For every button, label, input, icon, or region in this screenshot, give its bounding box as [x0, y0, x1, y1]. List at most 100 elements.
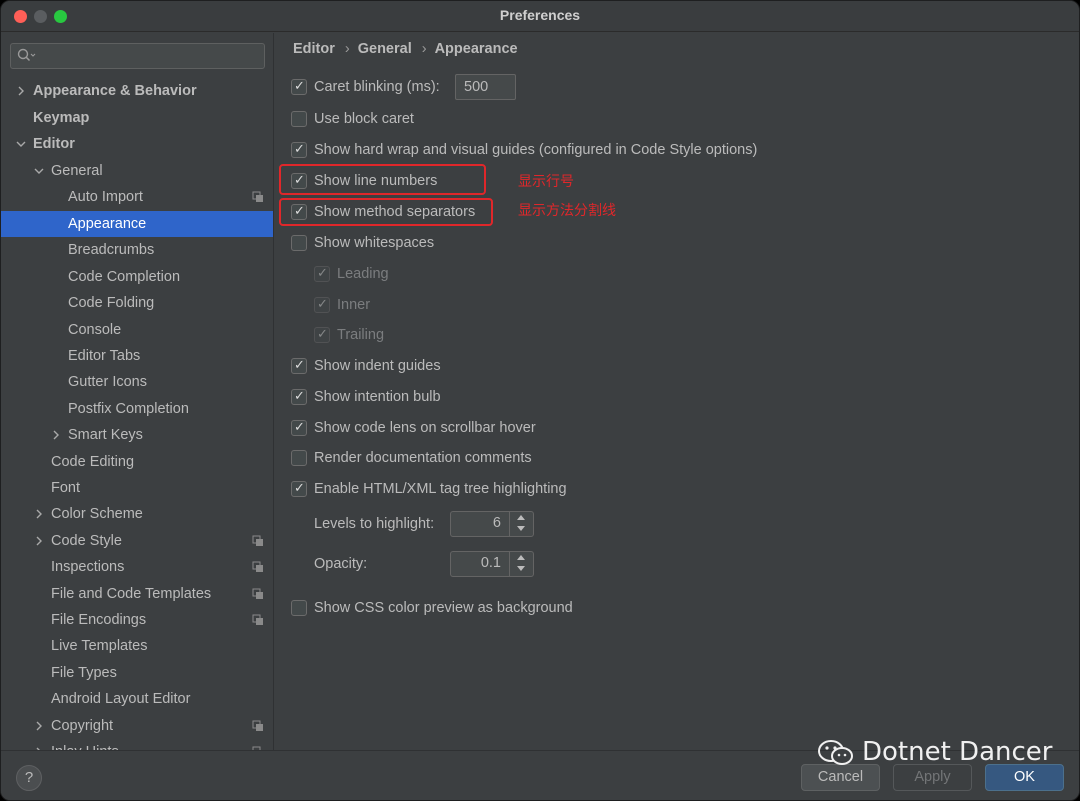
- project-settings-icon: [252, 588, 263, 599]
- title-bar: Preferences: [1, 1, 1079, 32]
- sidebar-item-copyright[interactable]: Copyright: [1, 713, 273, 739]
- sidebar-item-font[interactable]: Font: [1, 475, 273, 501]
- sidebar-item-label: Gutter Icons: [68, 374, 147, 390]
- sidebar-item-label: Postfix Completion: [68, 401, 189, 417]
- tag-tree-label: Enable HTML/XML tag tree highlighting: [314, 481, 567, 497]
- sidebar-item-inspections[interactable]: Inspections: [1, 554, 273, 580]
- project-settings-icon: [252, 614, 263, 625]
- sidebar-item-label: Code Style: [51, 533, 122, 549]
- inner-checkbox: [314, 294, 330, 316]
- method-separators-annotation: 显示方法分割线: [518, 203, 616, 219]
- hard-wrap-checkbox[interactable]: [291, 139, 307, 161]
- tag-tree-checkbox[interactable]: [291, 478, 307, 500]
- sidebar-item-breadcrumbs[interactable]: Breadcrumbs: [1, 237, 273, 263]
- intention-bulb-checkbox[interactable]: [291, 386, 307, 408]
- line-numbers-annotation: 显示行号: [518, 174, 574, 190]
- opacity-label: Opacity:: [314, 556, 368, 572]
- caret-blinking-label: Caret blinking (ms):: [314, 79, 440, 95]
- sidebar-item-postfix-completion[interactable]: Postfix Completion: [1, 396, 273, 422]
- sidebar-item-label: Appearance & Behavior: [33, 83, 197, 99]
- sidebar-item-label: File Types: [51, 665, 117, 681]
- sidebar-item-label: Appearance: [68, 216, 147, 232]
- opacity-spinner[interactable]: 0.1: [450, 551, 534, 577]
- breadcrumb-item[interactable]: Editor: [293, 41, 335, 57]
- sidebar-item-label: Copyright: [51, 718, 114, 734]
- arrow-up-icon: [517, 555, 525, 560]
- sidebar-item-smart-keys[interactable]: Smart Keys: [1, 422, 273, 448]
- levels-spinner[interactable]: 6: [450, 511, 534, 537]
- help-button[interactable]: ?: [16, 765, 42, 791]
- sidebar-item-file-types[interactable]: File Types: [1, 660, 273, 686]
- levels-stepper-buttons[interactable]: [509, 512, 533, 536]
- opacity-stepper-buttons[interactable]: [509, 552, 533, 576]
- sidebar-item-color-scheme[interactable]: Color Scheme: [1, 501, 273, 527]
- block-caret-checkbox[interactable]: [291, 111, 307, 127]
- breadcrumb-item[interactable]: General: [358, 41, 412, 57]
- cancel-button[interactable]: Cancel: [801, 764, 880, 791]
- wechat-icon: [818, 739, 853, 765]
- render-docs-checkbox[interactable]: [291, 450, 307, 466]
- sidebar-item-label: Code Folding: [68, 295, 155, 311]
- sidebar-item-code-style[interactable]: Code Style: [1, 528, 273, 554]
- sidebar-item-general[interactable]: General: [1, 158, 273, 184]
- levels-label: Levels to highlight:: [314, 516, 435, 532]
- sidebar-item-appearance-behavior[interactable]: Appearance & Behavior: [1, 78, 273, 104]
- sidebar-item-gutter-icons[interactable]: Gutter Icons: [1, 369, 273, 395]
- chevron-right-icon: ›: [421, 41, 427, 57]
- sidebar-item-label: Editor Tabs: [68, 348, 141, 364]
- sidebar-item-label: Live Templates: [51, 638, 148, 654]
- indent-guides-label: Show indent guides: [314, 358, 441, 374]
- search-input[interactable]: [10, 43, 265, 69]
- levels-value: 6: [492, 515, 501, 531]
- sidebar-item-label: Code Completion: [68, 269, 181, 285]
- chevron-right-icon: [36, 509, 42, 519]
- sidebar-item-editor-tabs[interactable]: Editor Tabs: [1, 343, 273, 369]
- chevron-down-icon: [34, 168, 44, 174]
- sidebar-item-label: Inlay Hints: [51, 739, 119, 750]
- sidebar-item-label: Android Layout Editor: [51, 691, 191, 707]
- whitespaces-checkbox[interactable]: [291, 235, 307, 251]
- sidebar-item-keymap[interactable]: Keymap: [1, 105, 273, 131]
- code-lens-checkbox[interactable]: [291, 417, 307, 439]
- search-icon: [17, 48, 36, 62]
- sidebar-item-code-completion[interactable]: Code Completion: [1, 264, 273, 290]
- project-settings-icon: [252, 535, 263, 546]
- project-settings-icon: [252, 561, 263, 572]
- sidebar-item-label: Smart Keys: [68, 427, 143, 443]
- intention-bulb-label: Show intention bulb: [314, 389, 441, 405]
- indent-guides-checkbox[interactable]: [291, 355, 307, 377]
- sidebar-item-appearance[interactable]: Appearance: [1, 211, 273, 237]
- sidebar-item-label: File and Code Templates: [51, 586, 212, 602]
- hard-wrap-label: Show hard wrap and visual guides (config…: [314, 142, 758, 158]
- sidebar-item-code-folding[interactable]: Code Folding: [1, 290, 273, 316]
- window-title: Preferences: [499, 7, 581, 23]
- sidebar-item-file-encodings[interactable]: File Encodings: [1, 607, 273, 633]
- caret-blinking-field[interactable]: 500: [455, 74, 516, 100]
- settings-tree-sidebar: Appearance & Behavior Keymap Editor Gene…: [1, 33, 274, 750]
- arrow-down-icon: [517, 566, 525, 571]
- sidebar-item-editor[interactable]: Editor: [1, 131, 273, 157]
- opacity-value: 0.1: [480, 555, 501, 571]
- css-preview-checkbox[interactable]: [291, 600, 307, 616]
- sidebar-item-code-editing[interactable]: Code Editing: [1, 449, 273, 475]
- sidebar-item-live-templates[interactable]: Live Templates: [1, 633, 273, 659]
- sidebar-item-label: Auto Import: [68, 189, 143, 205]
- sidebar-item-inlay-hints[interactable]: Inlay Hints: [1, 739, 273, 750]
- sidebar-item-label: Inspections: [51, 559, 125, 575]
- line-numbers-highlight-box: [279, 164, 486, 195]
- sidebar-item-android-layout-editor[interactable]: Android Layout Editor: [1, 686, 273, 712]
- sidebar-item-auto-import[interactable]: Auto Import: [1, 184, 273, 210]
- apply-button: Apply: [893, 764, 972, 791]
- code-lens-label: Show code lens on scrollbar hover: [314, 420, 536, 436]
- leading-checkbox: [314, 263, 330, 285]
- ok-button[interactable]: OK: [985, 764, 1064, 791]
- sidebar-item-label: Editor: [33, 136, 75, 152]
- chevron-right-icon: [36, 536, 42, 546]
- chevron-right-icon: ›: [344, 41, 350, 57]
- sidebar-item-label: File Encodings: [51, 612, 147, 628]
- sidebar-item-console[interactable]: Console: [1, 317, 273, 343]
- sidebar-item-file-code-templates[interactable]: File and Code Templates: [1, 581, 273, 607]
- trailing-checkbox: [314, 324, 330, 346]
- project-settings-icon: [252, 191, 263, 202]
- caret-blinking-checkbox[interactable]: [291, 76, 307, 98]
